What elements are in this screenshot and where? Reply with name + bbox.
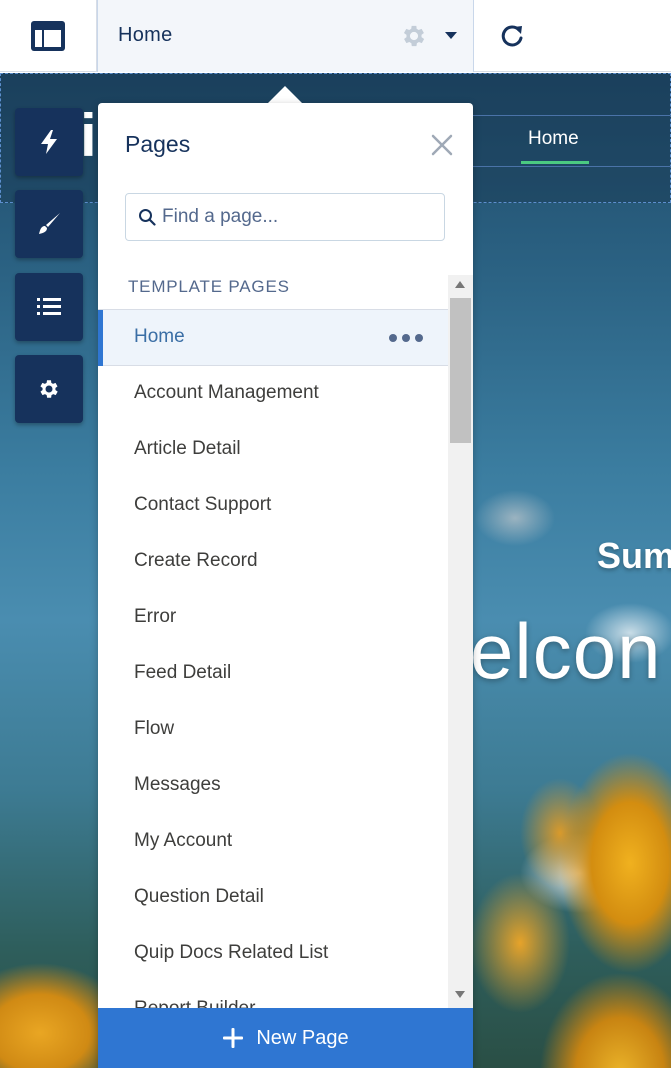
scroll-down-arrow-icon[interactable] [455, 991, 465, 998]
gear-icon[interactable] [400, 22, 428, 50]
layout-toggle-button[interactable] [0, 0, 97, 72]
page-item-label: Contact Support [134, 494, 272, 515]
page-item-label: Flow [134, 718, 175, 739]
more-actions-icon[interactable] [388, 332, 424, 344]
hero-title: elcon [470, 607, 662, 695]
page-search-input[interactable] [162, 202, 432, 232]
page-item-question-detail[interactable]: Question Detail [98, 870, 448, 926]
refresh-icon[interactable] [497, 21, 527, 51]
chevron-down-icon[interactable] [445, 32, 457, 39]
list-icon [37, 298, 61, 315]
page-item-label: My Account [134, 830, 233, 851]
current-page-label: Home [118, 24, 173, 46]
lightning-icon [41, 130, 57, 154]
hero-subtitle: Sum [597, 535, 671, 576]
page-item-messages[interactable]: Messages [98, 758, 448, 814]
page-selector[interactable]: Home [97, 0, 474, 72]
search-icon [139, 209, 156, 226]
page-search-field[interactable] [125, 193, 445, 241]
page-item-label: Messages [134, 774, 221, 795]
builder-toolbar: Home [0, 0, 671, 72]
gear-icon [40, 380, 58, 398]
page-item-label: Article Detail [134, 438, 241, 459]
page-item-label: Error [134, 606, 177, 627]
settings-button[interactable] [15, 355, 83, 423]
page-item-label: Feed Detail [134, 662, 232, 683]
panel-title: Pages [125, 131, 191, 157]
page-item-feed-detail[interactable]: Feed Detail [98, 646, 448, 702]
page-item-article-detail[interactable]: Article Detail [98, 422, 448, 478]
active-indicator [98, 310, 103, 366]
page-item-report-builder[interactable]: Report Builder [98, 982, 448, 1009]
layout-icon [31, 21, 65, 51]
components-button[interactable] [15, 108, 83, 176]
page-item-contact-support[interactable]: Contact Support [98, 478, 448, 534]
pages-panel: Pages TEMPLATE PAGES Home Account Manage… [98, 103, 473, 1068]
new-page-button[interactable]: New Page [98, 1008, 473, 1068]
scrollbar-thumb[interactable] [450, 298, 471, 443]
page-item-label: Create Record [134, 550, 258, 571]
scroll-up-arrow-icon[interactable] [455, 281, 465, 288]
page-item-label: Account Management [134, 382, 319, 403]
paintbrush-icon [39, 213, 60, 234]
plus-icon [223, 1028, 244, 1048]
page-item-my-account[interactable]: My Account [98, 814, 448, 870]
site-nav-active-underline [521, 161, 589, 164]
section-label: TEMPLATE PAGES [128, 277, 290, 296]
new-page-label: New Page [256, 1026, 349, 1049]
page-item-create-record[interactable]: Create Record [98, 534, 448, 590]
pages-button[interactable] [15, 273, 83, 341]
page-item-label: Home [134, 326, 185, 347]
page-item-error[interactable]: Error [98, 590, 448, 646]
site-nav-home[interactable]: Home [528, 128, 579, 150]
page-item-label: Question Detail [134, 886, 264, 907]
page-item-account-management[interactable]: Account Management [98, 366, 448, 422]
page-item-label: Quip Docs Related List [134, 942, 329, 963]
page-item-flow[interactable]: Flow [98, 702, 448, 758]
popover-pointer [268, 86, 302, 103]
page-item-home[interactable]: Home [98, 310, 448, 366]
page-item-quip-docs-related-list[interactable]: Quip Docs Related List [98, 926, 448, 982]
page-list: Home Account Management Article Detail C… [98, 309, 448, 1009]
theme-button[interactable] [15, 190, 83, 258]
close-icon[interactable] [430, 133, 454, 157]
